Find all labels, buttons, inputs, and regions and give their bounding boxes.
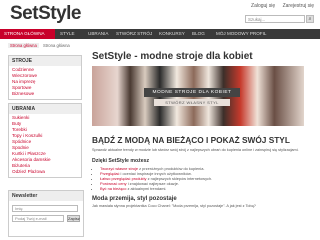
nav-item-blog[interactable]: Blog — [188, 29, 209, 39]
sidebar-ubrania-box: Ubrania Sukienki Buty Torebki Topy i Kos… — [8, 103, 82, 178]
nav-item-konkursy[interactable]: Konkursy — [155, 29, 189, 39]
top-bar: SetStyle Zaloguj się Zarejestruj się Szu… — [0, 0, 320, 28]
nav-item-profil[interactable]: Mój modowy profil — [212, 29, 270, 39]
benefit-link[interactable]: Być na bieżąco — [100, 186, 126, 191]
login-link[interactable]: Zaloguj się — [251, 3, 275, 9]
newsletter-submit-button[interactable]: Zapisz — [67, 215, 80, 222]
newsletter-title: Newsletter — [9, 191, 83, 201]
site-logo[interactable]: SetStyle — [10, 3, 81, 25]
nav-item-style[interactable]: Style — [56, 29, 79, 39]
benefit-text: z aktualnymi trendami. — [126, 186, 167, 191]
sidebar-item-odziez-plazowa[interactable]: Odzież Plażowa — [12, 169, 78, 175]
intro-text: Sprawdź aktualne trendy w modzie lub stw… — [92, 148, 299, 152]
benefits-list: Tworzyć własne stroje z przeróżnych prod… — [92, 166, 314, 191]
main-nav: Strona główna Style Ubrania Stwórz strój… — [0, 29, 320, 39]
page-title: SetStyle - modne stroje dla kobiet — [92, 51, 253, 62]
main-content: SetStyle - modne stroje dla kobiet MODNE… — [92, 50, 314, 209]
account-links: Zaloguj się Zarejestruj się — [245, 3, 314, 9]
breadcrumb-current: Strona główna — [42, 43, 70, 48]
banner-headline: MODNE STROJE DLA KOBIET — [144, 88, 240, 97]
nav-item-ubrania[interactable]: Ubrania — [84, 29, 112, 39]
nav-item-stworz-stroj[interactable]: Stwórz strój — [112, 29, 156, 39]
newsletter-name-input[interactable]: Imię — [12, 205, 78, 212]
sidebar-style-title: Stroje — [9, 56, 81, 66]
sidebar-style-box: Stroje Codzienne Wieczorowe Na imprezę S… — [8, 55, 82, 100]
section2-text: Jak mawiała słynna projektantka Coco Cha… — [92, 204, 256, 208]
newsletter-email-input[interactable]: Podaj Twój e-mail — [12, 215, 64, 222]
nav-item-home[interactable]: Strona główna — [0, 29, 55, 39]
section2-title: Moda przemija, styl pozostaje — [92, 196, 177, 202]
sidebar-ubrania-title: Ubrania — [9, 104, 81, 114]
benefits-title: Dzięki SetStyle możesz — [92, 158, 150, 164]
banner-subline: STWÓRZ WŁASNY STYL — [154, 99, 230, 106]
newsletter-box: Newsletter Imię Podaj Twój e-mail Zapisz — [8, 190, 84, 237]
hero-banner[interactable]: MODNE STROJE DLA KOBIET STWÓRZ WŁASNY ST… — [92, 66, 304, 126]
sidebar: Stroje Codzienne Wieczorowe Na imprezę S… — [8, 55, 82, 181]
search-input[interactable]: Szukaj... — [245, 15, 305, 23]
tagline: BĄDŹ Z MODĄ NA BIEŻĄCO I POKAŻ SWÓJ STYL — [92, 135, 290, 145]
sidebar-item-biznesowe[interactable]: Biznesowe — [12, 91, 78, 97]
breadcrumb-home[interactable]: Strona główna — [8, 43, 39, 48]
breadcrumb: Strona główna Strona główna — [8, 42, 70, 50]
search-icon[interactable]: ⌕ — [306, 15, 314, 23]
list-item: Być na bieżąco z aktualnymi trendami. — [100, 186, 314, 191]
register-link[interactable]: Zarejestruj się — [283, 3, 314, 9]
